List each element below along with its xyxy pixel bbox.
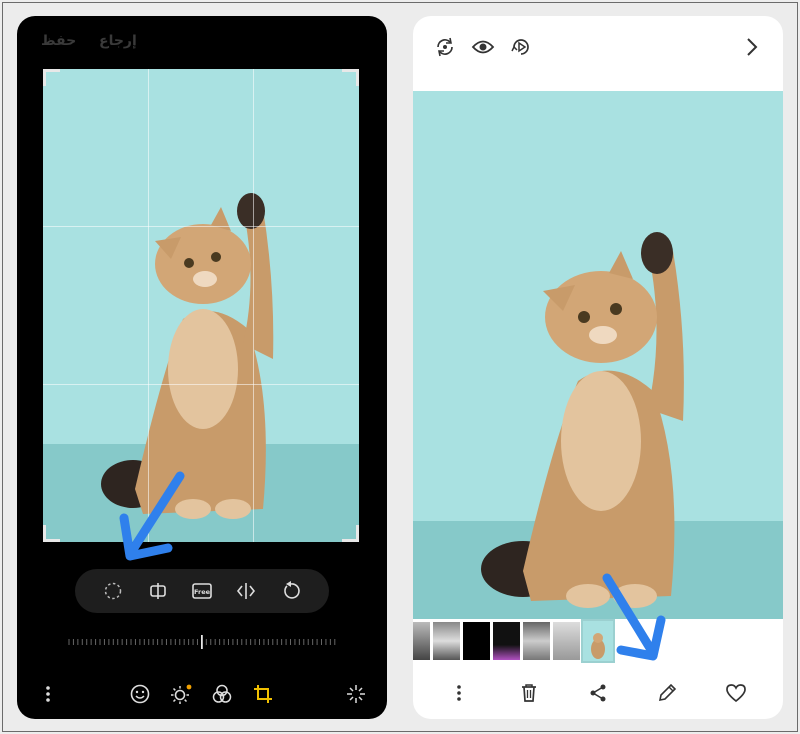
save-button[interactable]: حفظ bbox=[41, 33, 76, 49]
viewer-screen bbox=[413, 16, 783, 719]
delete-icon[interactable] bbox=[515, 679, 543, 707]
eye-icon[interactable] bbox=[470, 34, 496, 60]
annotation-arrow-icon bbox=[602, 573, 666, 661]
thumbnail[interactable] bbox=[493, 622, 520, 660]
thumbnail[interactable] bbox=[523, 622, 550, 660]
more-options-icon[interactable] bbox=[445, 679, 473, 707]
mirror-horizontal-icon[interactable] bbox=[233, 578, 259, 604]
filters-icon[interactable] bbox=[209, 681, 235, 707]
grid-line bbox=[43, 226, 359, 227]
edit-pencil-icon[interactable] bbox=[653, 679, 681, 707]
rotation-ruler[interactable] bbox=[67, 634, 337, 650]
motion-photo-icon[interactable] bbox=[508, 34, 534, 60]
grid-line bbox=[43, 384, 359, 385]
sticker-face-icon[interactable] bbox=[127, 681, 153, 707]
auto-enhance-icon[interactable] bbox=[343, 681, 369, 707]
grid-line bbox=[253, 69, 254, 542]
thumbnail[interactable] bbox=[463, 622, 490, 660]
crop-handle-top-right[interactable] bbox=[342, 69, 359, 86]
chevron-right-icon[interactable] bbox=[739, 34, 765, 60]
more-options-icon[interactable] bbox=[35, 681, 61, 707]
lasso-icon[interactable] bbox=[100, 578, 126, 604]
cat-photo bbox=[43, 69, 359, 542]
crop-handle-bottom-right[interactable] bbox=[342, 525, 359, 542]
favorite-heart-icon[interactable] bbox=[722, 679, 750, 707]
crop-handle-top-left[interactable] bbox=[43, 69, 60, 86]
revert-button[interactable]: إرجاع bbox=[99, 33, 137, 49]
crop-handle-bottom-left[interactable] bbox=[43, 525, 60, 542]
cat-photo bbox=[413, 91, 783, 619]
editor-screen: حفظ إرجاع Free bbox=[17, 16, 387, 719]
photo-view[interactable] bbox=[413, 91, 783, 619]
free-label: Free bbox=[194, 588, 211, 596]
crop-canvas[interactable] bbox=[43, 69, 359, 542]
crop-tool-bar: Free bbox=[75, 569, 329, 613]
brightness-icon[interactable] bbox=[168, 681, 194, 707]
thumbnail[interactable] bbox=[413, 622, 430, 660]
thumbnail[interactable] bbox=[553, 622, 580, 660]
crop-rotate-icon[interactable] bbox=[250, 681, 276, 707]
flip-vertical-icon[interactable] bbox=[145, 578, 171, 604]
annotation-arrow-icon bbox=[119, 471, 185, 561]
free-aspect-icon[interactable]: Free bbox=[189, 578, 215, 604]
thumbnail[interactable] bbox=[433, 622, 460, 660]
editor-bottom-bar bbox=[17, 678, 387, 712]
rotate-icon[interactable] bbox=[278, 578, 304, 604]
share-icon[interactable] bbox=[584, 679, 612, 707]
remaster-icon[interactable] bbox=[432, 34, 458, 60]
